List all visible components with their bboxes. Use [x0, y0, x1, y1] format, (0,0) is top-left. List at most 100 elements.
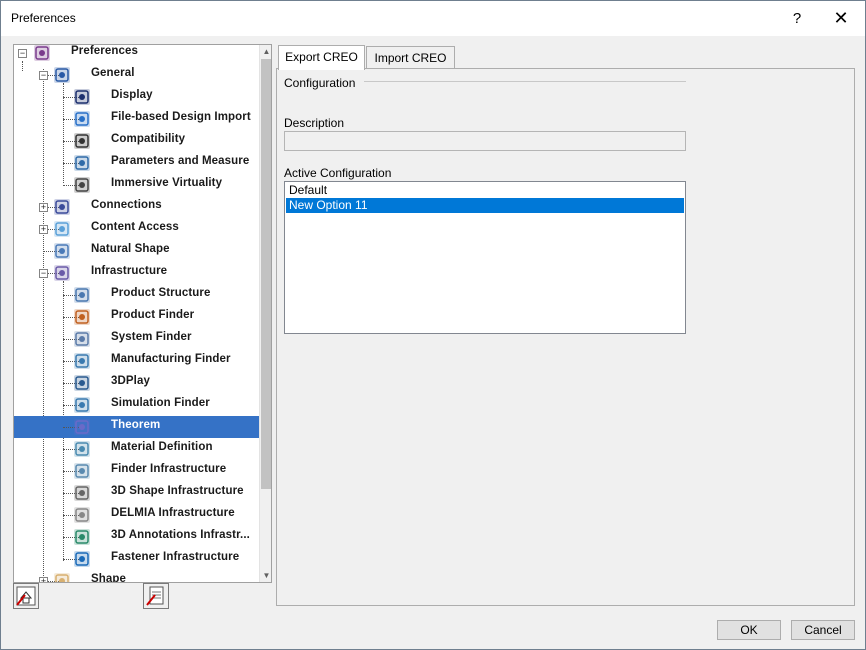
tree-item-label: Theorem — [111, 419, 161, 431]
tree-item[interactable]: Compatibility — [14, 130, 259, 152]
expand-icon[interactable]: + — [39, 203, 48, 212]
product-finder-icon — [72, 307, 92, 327]
shape-icon — [52, 571, 72, 582]
tree-item-label: DELMIA Infrastructure — [111, 507, 235, 519]
tree-item-label: Manufacturing Finder — [111, 353, 231, 365]
tree-item[interactable]: Parameters and Measure — [14, 152, 259, 174]
tree-item-label: Natural Shape — [91, 243, 170, 255]
material-icon — [72, 439, 92, 459]
close-button[interactable]: ✕ — [819, 1, 863, 36]
tree-item[interactable]: Product Finder — [14, 306, 259, 328]
tree-item-label: 3D Annotations Infrastr... — [111, 529, 250, 541]
tree-item[interactable]: + Content Access — [14, 218, 259, 240]
configuration-group-label: Configuration — [284, 76, 356, 90]
preferences-tree: − Preferences − General Display File-based De… — [13, 44, 272, 583]
tree-item-label: 3DPlay — [111, 375, 150, 387]
product-structure-icon — [72, 285, 92, 305]
tree-item-label: General — [91, 67, 135, 79]
general-icon — [52, 65, 72, 85]
tree-item[interactable]: − Infrastructure — [14, 262, 259, 284]
list-item-new-option[interactable]: New Option 11 — [286, 198, 684, 213]
description-field[interactable] — [284, 131, 686, 151]
natural-shape-icon — [52, 241, 72, 261]
help-button[interactable]: ? — [775, 1, 819, 36]
list-item-default[interactable]: Default — [286, 183, 684, 198]
tree-item[interactable]: 3D Annotations Infrastr... — [14, 526, 259, 548]
scroll-up-arrow-icon[interactable]: ▲ — [260, 45, 271, 58]
simulation-finder-icon — [72, 395, 92, 415]
tree-item-label: System Finder — [111, 331, 192, 343]
tree-item[interactable]: Immersive Virtuality — [14, 174, 259, 196]
expand-icon[interactable]: + — [39, 225, 48, 234]
tree-item-label: Compatibility — [111, 133, 186, 145]
tree-item[interactable]: 3DPlay — [14, 372, 259, 394]
tree-item-label: Shape — [91, 573, 127, 582]
tree-item-label: File-based Design Import — [111, 111, 251, 123]
configuration-list[interactable]: Default New Option 11 — [284, 181, 686, 334]
hand-icon — [72, 175, 92, 195]
tree-item-label: Material Definition — [111, 441, 213, 453]
collapse-icon[interactable]: − — [39, 71, 48, 80]
tree-item[interactable]: + Shape — [14, 570, 259, 582]
tree-item[interactable]: + Connections — [14, 196, 259, 218]
reset-preferences-button[interactable] — [13, 583, 39, 609]
cancel-button[interactable]: Cancel — [791, 620, 855, 640]
tree-item[interactable]: Natural Shape — [14, 240, 259, 262]
tree-item-label: Immersive Virtuality — [111, 177, 223, 189]
scroll-down-arrow-icon[interactable]: ▼ — [260, 569, 271, 582]
connections-icon — [52, 197, 72, 217]
export-creo-panel: Configuration Description Active Configu… — [276, 68, 855, 606]
tree-item-label: Product Structure — [111, 287, 211, 299]
tree-item-label: 3D Shape Infrastructure — [111, 485, 244, 497]
manufacturing-finder-icon — [72, 351, 92, 371]
tree-item[interactable]: Theorem — [14, 416, 259, 438]
finder-infrastructure-icon — [72, 461, 92, 481]
tree-item[interactable]: Manufacturing Finder — [14, 350, 259, 372]
tree-item[interactable]: 3D Shape Infrastructure — [14, 482, 259, 504]
tree-item[interactable]: DELMIA Infrastructure — [14, 504, 259, 526]
tree-item[interactable]: File-based Design Import — [14, 108, 259, 130]
tree-item[interactable]: Finder Infrastructure — [14, 460, 259, 482]
fastener-icon — [72, 549, 92, 569]
tree-item[interactable]: Simulation Finder — [14, 394, 259, 416]
parameters-icon — [72, 153, 92, 173]
collapse-icon[interactable]: − — [39, 269, 48, 278]
content-access-icon — [52, 219, 72, 239]
tab-export-creo[interactable]: Export CREO — [278, 45, 365, 70]
delmia-icon — [72, 505, 92, 525]
infrastructure-icon — [52, 263, 72, 283]
tree-item-label: Content Access — [91, 221, 179, 233]
tree-item[interactable]: Material Definition — [14, 438, 259, 460]
collapse-icon[interactable]: − — [18, 49, 27, 58]
tree-item-label: Preferences — [71, 45, 138, 57]
home-reset-icon — [16, 586, 36, 606]
tree-item[interactable]: Product Structure — [14, 284, 259, 306]
tree-item-label: Infrastructure — [91, 265, 168, 277]
group-divider — [364, 81, 686, 82]
annotation-icon — [72, 527, 92, 547]
title-bar: Preferences ? ✕ — [1, 1, 865, 36]
tree-item-label: Parameters and Measure — [111, 155, 250, 167]
tree-item[interactable]: Fastener Infrastructure — [14, 548, 259, 570]
description-label: Description — [284, 116, 345, 130]
compatibility-icon — [72, 131, 92, 151]
tree-item[interactable]: System Finder — [14, 328, 259, 350]
play-icon — [72, 373, 92, 393]
file-import-icon — [72, 109, 92, 129]
preferences-dialog: Preferences ? ✕ − Preferences − General Disp… — [0, 0, 866, 650]
tree-item[interactable]: Display — [14, 86, 259, 108]
manage-settings-button[interactable] — [143, 583, 169, 609]
tree-item-label: Product Finder — [111, 309, 195, 321]
tree-scrollbar[interactable]: ▲ ▼ — [259, 45, 271, 582]
tree-item-label: Finder Infrastructure — [111, 463, 227, 475]
expand-icon[interactable]: + — [39, 577, 48, 582]
scroll-thumb[interactable] — [261, 59, 271, 489]
window-title: Preferences — [11, 11, 76, 25]
tree-item[interactable]: − General — [14, 64, 259, 86]
tab-import-creo[interactable]: Import CREO — [366, 46, 455, 69]
ok-button[interactable]: OK — [717, 620, 781, 640]
gear-icon — [72, 483, 92, 503]
tree-content: − Preferences − General Display File-based De… — [14, 45, 259, 582]
tree-item-label: Simulation Finder — [111, 397, 210, 409]
tree-item[interactable]: − Preferences — [14, 45, 259, 64]
